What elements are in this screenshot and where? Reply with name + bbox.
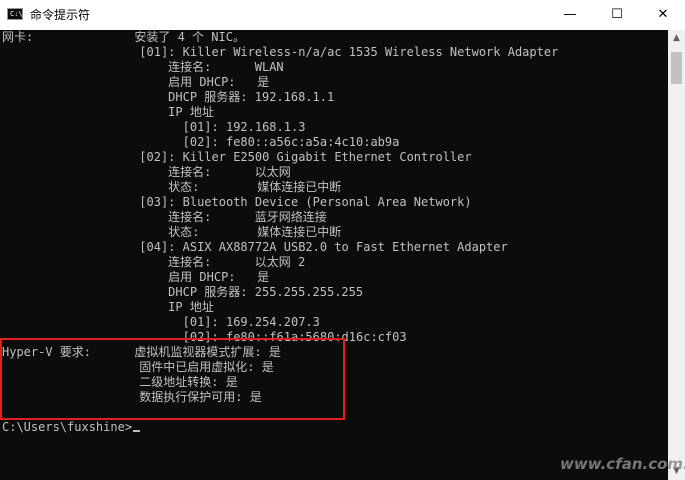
console-line: DHCP 服务器: 192.168.1.1 (2, 90, 335, 104)
console-line: [02]: Killer E2500 Gigabit Ethernet Cont… (2, 150, 472, 164)
window-title: 命令提示符 (30, 8, 91, 22)
console-line: [01]: Killer Wireless-n/a/ac 1535 Wirele… (2, 45, 559, 59)
console-line: 连接名: 蓝牙网络连接 (2, 210, 327, 224)
scroll-thumb[interactable] (671, 52, 682, 84)
console-line: 连接名: 以太网 2 (2, 255, 306, 269)
scroll-up-arrow-icon[interactable]: ▲ (668, 30, 685, 47)
console-output[interactable]: 网卡: 安装了 4 个 NIC。 [01]: Killer Wireless-n… (0, 30, 668, 480)
console-line: [04]: ASIX AX88772A USB2.0 to Fast Ether… (2, 240, 508, 254)
console-line: 连接名: WLAN (2, 60, 284, 74)
vertical-scrollbar[interactable]: ▲ ▼ (668, 30, 685, 480)
console-line: IP 地址 (2, 105, 214, 119)
hyper-v-highlight-box (0, 338, 345, 420)
command-prompt-line[interactable]: C:\Users\fuxshine> (2, 420, 141, 435)
console-line: 启用 DHCP: 是 (2, 75, 270, 89)
console-line: 启用 DHCP: 是 (2, 270, 270, 284)
command-prompt-window: C:\_ 命令提示符 — ☐ ✕ 网卡: 安装了 4 个 NIC。 [01]: … (0, 0, 685, 480)
console-line: 状态: 媒体连接已中断 (2, 225, 342, 239)
console-line: [01]: 169.254.207.3 (2, 315, 320, 329)
console-line: [01]: 192.168.1.3 (2, 120, 306, 134)
text-cursor (133, 430, 141, 432)
console-line: 状态: 媒体连接已中断 (2, 180, 342, 194)
title-bar[interactable]: C:\_ 命令提示符 — ☐ ✕ (0, 0, 685, 30)
site-watermark: www.cfan.com.cn (560, 455, 685, 473)
cmd-app-icon: C:\_ (7, 8, 27, 20)
console-line: 连接名: 以太网 (2, 165, 291, 179)
console-line: DHCP 服务器: 255.255.255.255 (2, 285, 364, 299)
console-line: [03]: Bluetooth Device (Personal Area Ne… (2, 195, 472, 209)
console-line: 网卡: 安装了 4 个 NIC。 (2, 30, 245, 44)
prompt-text: C:\Users\fuxshine> (2, 420, 133, 434)
close-button[interactable]: ✕ (640, 0, 685, 30)
minimize-button[interactable]: — (547, 0, 593, 30)
console-line: IP 地址 (2, 300, 214, 314)
maximize-button[interactable]: ☐ (594, 0, 640, 30)
console-line: [02]: fe80::a56c:a5a:4c10:ab9a (2, 135, 400, 149)
